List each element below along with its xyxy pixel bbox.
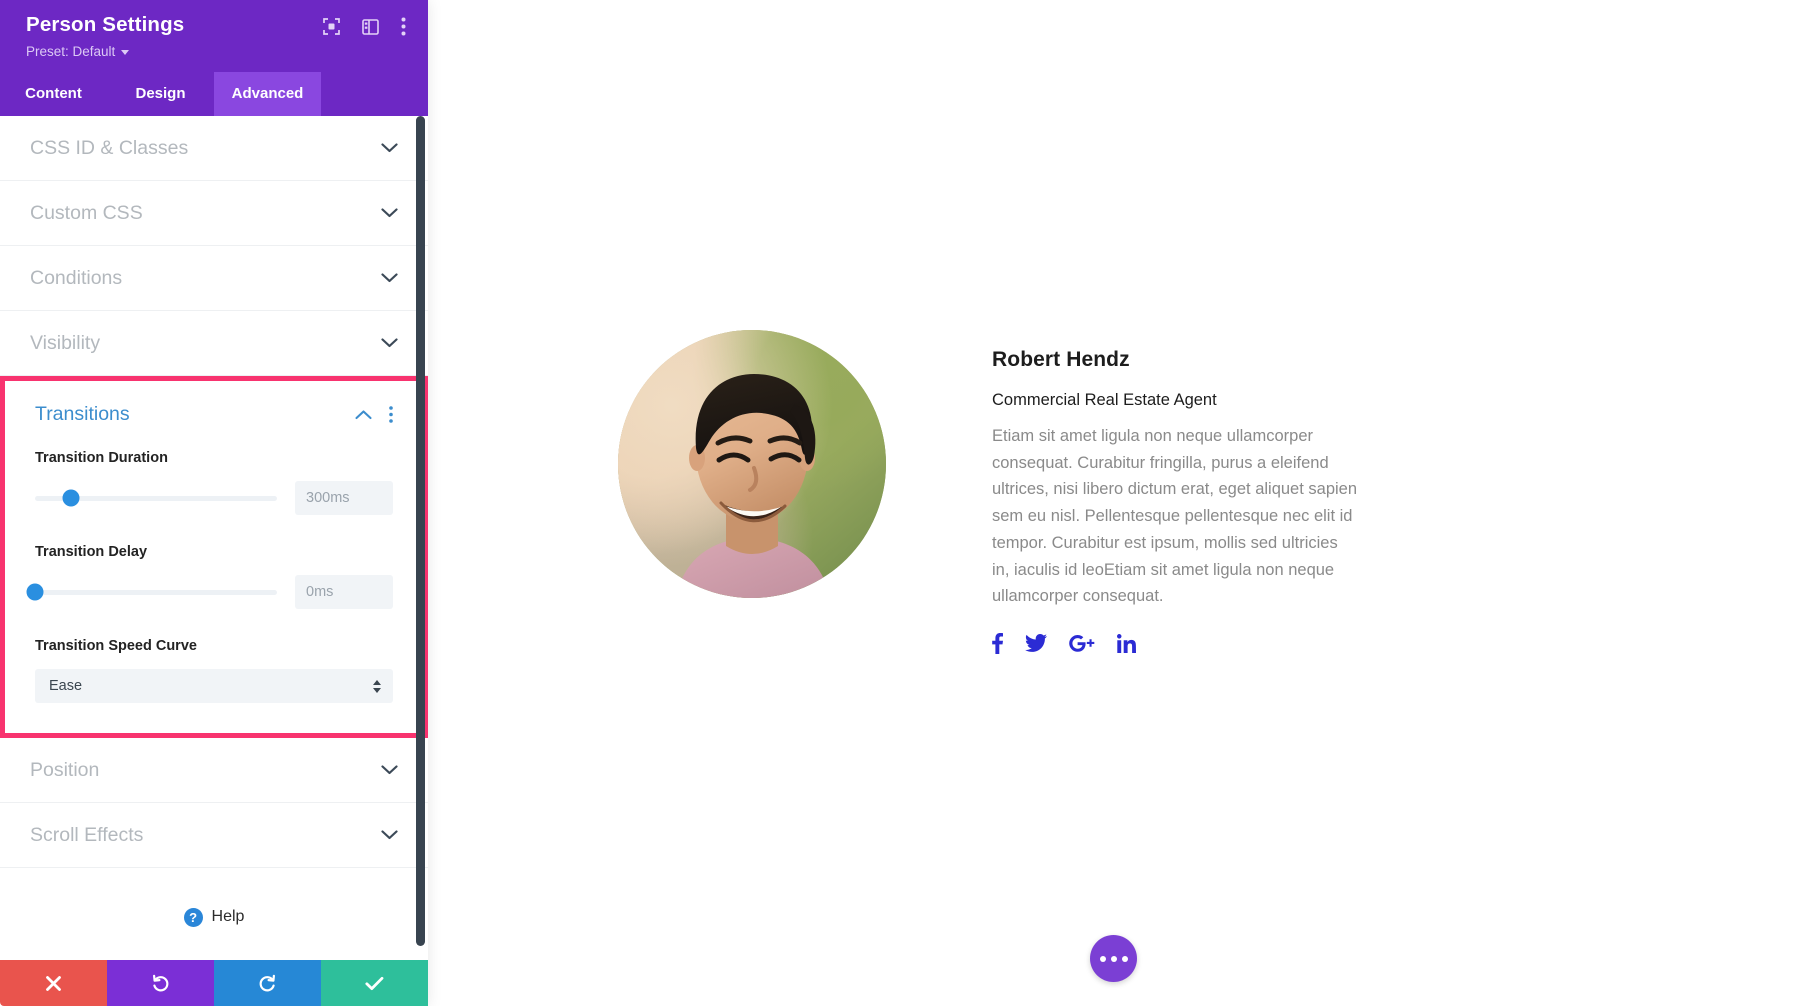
chevron-down-icon [381,143,398,153]
transition-delay-control: 0ms [26,575,393,609]
spinner-arrows-icon [373,679,381,693]
undo-icon [151,974,170,993]
panel-tabs: Content Design Advanced [0,72,428,116]
person-avatar [618,330,886,598]
sidebar-item-visibility[interactable]: Visibility [0,311,428,376]
panel-scrollbar [416,116,425,960]
preset-label: Preset: Default [26,44,116,59]
transition-delay-value[interactable]: 0ms [295,575,393,609]
more-vertical-icon[interactable] [401,17,406,36]
tab-design[interactable]: Design [107,72,214,116]
transitions-header[interactable]: Transitions [35,403,393,426]
sidebar-item-scroll-effects[interactable]: Scroll Effects [0,803,428,868]
page-title: Person Settings [26,13,185,36]
chevron-down-icon [381,273,398,283]
fab-dot-2 [1110,955,1117,962]
tab-advanced[interactable]: Advanced [214,72,321,116]
twitter-icon[interactable] [1025,632,1047,654]
linkedin-icon[interactable] [1117,632,1136,654]
redo-button[interactable] [214,960,321,1006]
transition-duration-slider[interactable] [35,489,277,507]
section-label: Visibility [30,331,101,354]
undo-button[interactable] [107,960,214,1006]
person-social-links [992,632,1358,654]
fab-dot-1 [1099,955,1106,962]
transition-duration-slider-thumb[interactable] [62,489,80,507]
more-vertical-icon[interactable] [389,406,393,423]
transition-duration-control: 300ms [35,481,393,515]
layout-columns-icon[interactable] [362,18,379,35]
sidebar-item-custom-css[interactable]: Custom CSS [0,181,428,246]
person-name: Robert Hendz [992,348,1130,371]
chevron-down-icon [381,338,398,348]
chevron-down-icon [121,50,130,55]
help-icon: ? [183,907,203,927]
panel-scroll-area: CSS ID & Classes Custom CSS Conditions V… [0,116,428,960]
fab-dot-3 [1121,955,1128,962]
google-plus-icon[interactable] [1069,632,1095,654]
section-label: Position [30,758,100,781]
section-label: Conditions [30,266,123,289]
focus-target-icon[interactable] [323,18,340,35]
transitions-section-highlight: Transitions Transition Duration 300ms Tr… [0,376,428,738]
person-settings-panel: Person Settings Preset: Default Content … [0,0,428,1006]
check-icon [365,976,384,991]
panel-scrollbar-thumb[interactable] [416,116,425,946]
transitions-section: Transitions Transition Duration 300ms Tr… [5,381,423,733]
section-label: CSS ID & Classes [30,136,189,159]
facebook-icon[interactable] [992,632,1003,654]
close-icon [45,975,62,992]
sidebar-item-position[interactable]: Position [0,738,428,803]
person-photo-image [618,330,886,598]
cancel-button[interactable] [0,960,107,1006]
tab-content[interactable]: Content [0,72,107,116]
person-details: Robert Hendz Commercial Real Estate Agen… [886,330,1358,654]
preset-selector[interactable]: Preset: Default [26,44,406,72]
transition-duration-value[interactable]: 300ms [295,481,393,515]
chevron-up-icon[interactable] [355,409,372,420]
chevron-down-icon [381,765,398,775]
panel-header-icons [323,13,406,36]
transition-duration-label: Transition Duration [35,450,168,466]
transitions-title: Transitions [35,403,130,425]
page-settings-fab[interactable] [1090,935,1137,982]
transition-speed-curve-label: Transition Speed Curve [35,638,197,654]
person-module[interactable]: Robert Hendz Commercial Real Estate Agen… [618,330,1358,654]
transition-speed-curve-value: Ease [49,678,83,694]
panel-header: Person Settings Preset: Default [0,0,428,72]
panel-footer-actions [0,960,428,1006]
person-description: Etiam sit amet ligula non neque ullamcor… [992,427,1358,606]
chevron-down-icon [381,208,398,218]
help-link[interactable]: ? Help [0,868,428,960]
help-label: Help [211,908,245,925]
transition-delay-label: Transition Delay [35,544,148,560]
redo-icon [258,974,277,993]
chevron-down-icon [381,830,398,840]
section-label: Custom CSS [30,201,143,224]
sidebar-item-css-id-classes[interactable]: CSS ID & Classes [0,116,428,181]
transition-speed-curve-select[interactable]: Ease [35,669,393,703]
save-button[interactable] [321,960,428,1006]
person-role: Commercial Real Estate Agent [992,391,1217,409]
transition-delay-slider[interactable] [26,583,277,601]
section-label: Scroll Effects [30,823,144,846]
sidebar-item-conditions[interactable]: Conditions [0,246,428,311]
transition-delay-slider-thumb[interactable] [26,583,44,601]
